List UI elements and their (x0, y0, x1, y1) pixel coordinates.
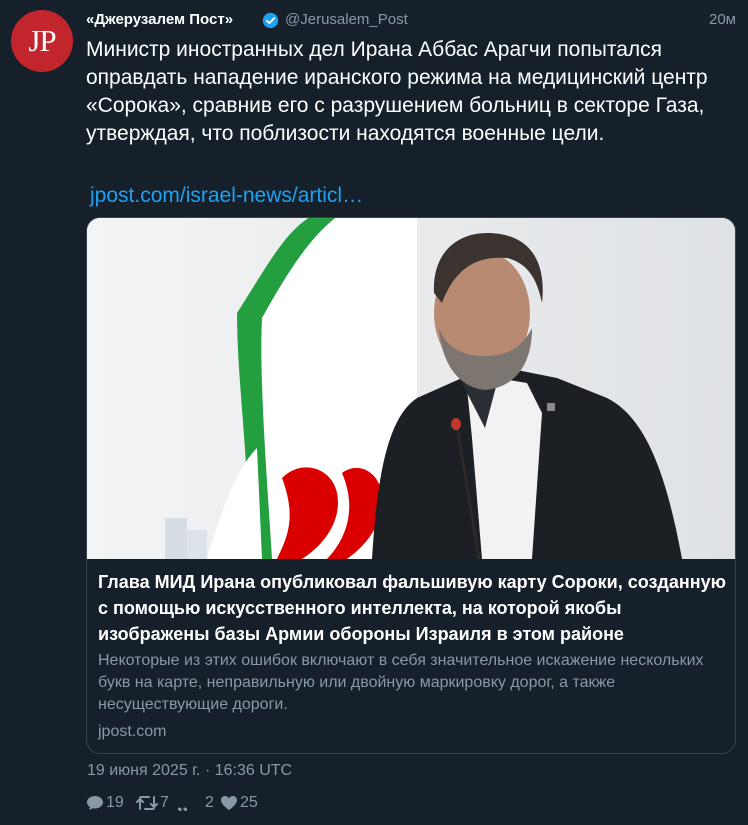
retweet-button[interactable]: 7 (136, 793, 169, 813)
card-domain: jpost.com (98, 723, 167, 740)
reply-button[interactable]: 19 (86, 793, 124, 813)
card-image[interactable] (87, 218, 735, 559)
like-count: 25 (240, 794, 258, 811)
quote-button[interactable]: ,, 2 (177, 793, 214, 813)
quote-icon: ,, (177, 795, 188, 811)
reply-icon (87, 796, 103, 810)
card-title[interactable]: Глава МИД Ирана опубликовал фальшивую ка… (98, 569, 728, 647)
account-handle[interactable]: @Jerusalem_Post (285, 11, 408, 28)
tweet: JP «Джерузалем Пост» @Jerusalem_Post 20м… (0, 0, 748, 825)
avatar[interactable]: JP (11, 10, 73, 72)
like-button[interactable]: 25 (220, 793, 258, 813)
retweet-icon (136, 796, 158, 810)
retweet-count: 7 (160, 794, 169, 811)
tweet-link[interactable]: jpost.com/israel-news/articl… (90, 182, 363, 210)
avatar-logo-text: JP (28, 23, 56, 58)
svg-text:,,: ,, (177, 795, 188, 811)
tweet-time[interactable]: 20м (709, 11, 736, 28)
account-name[interactable]: «Джерузалем Пост» (86, 11, 233, 28)
verified-badge-icon (262, 12, 279, 29)
reply-count: 19 (106, 794, 124, 811)
tweet-date[interactable]: 19 июня 2025 г. · 16:36 UTC (87, 762, 292, 780)
heart-icon (221, 796, 237, 810)
tweet-header: «Джерузалем Пост» @Jerusalem_Post 20м (86, 11, 736, 31)
card-description: Некоторые из этих ошибок включают в себя… (98, 652, 704, 713)
card-photo (87, 218, 735, 559)
tweet-text: Министр иностранных дел Ирана Аббас Араг… (86, 38, 708, 145)
link-card[interactable]: Глава МИД Ирана опубликовал фальшивую ка… (86, 217, 736, 754)
quote-count: 2 (205, 794, 214, 811)
